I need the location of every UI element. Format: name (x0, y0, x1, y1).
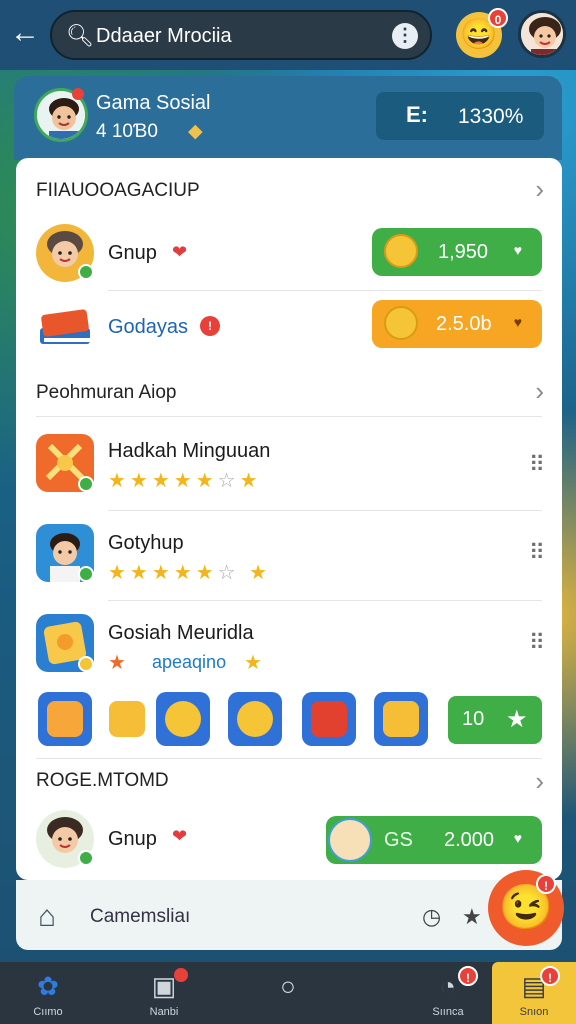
nav-item-stats[interactable]: ◔ Sıınca (400, 962, 496, 1024)
ranking-value: 2.000 (444, 829, 495, 851)
nav-item-center[interactable]: ○ (240, 962, 336, 1024)
coin-value-pill[interactable]: 1,950 ♥ (372, 228, 542, 276)
drag-handle-icon[interactable]: ⠿ (529, 452, 545, 478)
coin-value-pill[interactable]: 2.5.0b ♥ (372, 300, 542, 348)
heart-small-icon: ♥ (513, 242, 522, 258)
coin-value: 1,950 (438, 241, 489, 263)
online-dot (72, 88, 84, 100)
verified-check-icon (78, 476, 94, 492)
player-face-icon (328, 818, 372, 862)
divider (36, 416, 542, 417)
search-icon: 🔍︎ (66, 23, 94, 48)
rating-star: ★ (108, 652, 130, 674)
bottom-nav: ✿ Cıımo ▣ Nanbi ○ ◔ Sıınca ! ▤ Snıon ! (0, 962, 576, 1024)
clock-icon[interactable]: ◷ (422, 904, 441, 930)
book-icon (36, 298, 94, 356)
chevron-right-icon[interactable]: › (535, 766, 544, 797)
section-title-recommended: Peohmuran Aiop (36, 382, 177, 403)
coin-small-icon (78, 656, 94, 672)
avatar-face-icon (521, 13, 563, 55)
row-label: Gnup (108, 242, 157, 264)
gold-bars-icon[interactable] (100, 692, 154, 746)
rating-stars: ★★★★★☆ ★ (108, 562, 272, 584)
chevron-right-icon[interactable]: › (535, 376, 544, 407)
reward-tile[interactable] (38, 692, 92, 746)
top-bar: ← 🔍︎ Ddaaer Mrociia ⋮ 😄 0 (0, 0, 576, 70)
card-tile[interactable] (302, 692, 356, 746)
nav-item-store[interactable]: ▤ Snıon (492, 962, 576, 1024)
bottom-search-bar[interactable]: ⌂ Camemsliaı ◷ ★ (16, 880, 562, 950)
alert-badge: ! (200, 316, 220, 336)
profile-title: Gama Sosial (96, 92, 211, 114)
circle-icon: ○ (280, 971, 296, 1001)
row-label: Hadkah Minguuan (108, 440, 271, 462)
profile-subtitle: 4 10Ɓ0 ◆ (96, 120, 203, 143)
row-label: Gosiah Meuridla (108, 622, 254, 644)
divider (108, 290, 542, 291)
heart-small-icon: ♥ (513, 830, 522, 846)
star-icon[interactable]: ★ (462, 904, 482, 930)
section-title-groups: FIIAUOOAGACIUP (36, 180, 200, 201)
profile-subtitle-text: 4 10Ɓ0 (96, 121, 158, 142)
drag-handle-icon[interactable]: ⠿ (529, 540, 545, 566)
main-panel: FIIAUOOAGACIUP › Gnup ❤ 1,950 ♥ Godayas … (16, 158, 562, 880)
score-box[interactable]: E: 1330% (376, 92, 544, 140)
nav-badge: ! (458, 966, 478, 986)
coin-icon: ◆ (187, 121, 203, 142)
star-icon: ★ (506, 706, 528, 733)
divider (36, 758, 542, 759)
home-icon[interactable]: ⌂ (38, 900, 56, 934)
search-field[interactable]: 🔍︎ Ddaaer Mrociia ⋮ (50, 10, 432, 60)
heart-small-icon: ♥ (513, 314, 522, 330)
coin-value: 2.5.0b (436, 313, 492, 335)
nav-label: Sıınca (432, 1006, 464, 1018)
rating-stars: ★★★★★☆★ (108, 470, 262, 492)
divider (108, 510, 542, 511)
drag-handle-icon[interactable]: ⠿ (529, 630, 545, 656)
nav-label: Cıımo (33, 1006, 63, 1018)
row-label: Godayas (108, 316, 189, 338)
nav-label: Nanbi (149, 1006, 179, 1018)
verified-check-icon (78, 566, 94, 582)
tiles-count-button[interactable]: 10 ★ (448, 696, 542, 744)
nav-label: Snıon (519, 1006, 549, 1018)
profile-avatar[interactable] (518, 10, 566, 58)
nav-badge: ! (540, 966, 560, 986)
flower-icon: ✿ (37, 971, 59, 1001)
notification-badge: 0 (488, 8, 508, 28)
nav-item-cards[interactable]: ▣ Nanbi (116, 962, 212, 1024)
verified-check-icon (78, 264, 94, 280)
section-title-ranking: ROGE.MTOMD (36, 770, 169, 791)
score-icon: E: (406, 102, 428, 127)
nav-badge (174, 968, 188, 982)
verified-check-icon (78, 850, 94, 866)
coin-tile[interactable] (228, 692, 282, 746)
heart-icon[interactable]: ❤ (172, 242, 187, 263)
pie-icon: ◔ (440, 971, 456, 1001)
score-value: 1330% (458, 105, 524, 128)
ranking-value-pill[interactable]: GS 2.000 ♥ (326, 816, 542, 864)
nav-item-home[interactable]: ✿ Cıımo (0, 962, 96, 1024)
chevron-right-icon[interactable]: › (535, 174, 544, 205)
profile-header-card: Gama Sosial 4 10Ɓ0 ◆ E: 1330% (14, 76, 562, 160)
row-label: Gotyhup (108, 532, 184, 554)
coin-icon (384, 306, 418, 340)
search-text: Ddaaer Mrociia (96, 25, 232, 47)
rating-star: ★ (244, 652, 266, 674)
back-arrow-icon[interactable]: ← (10, 18, 42, 50)
treasure-tile[interactable] (374, 692, 428, 746)
coin-icon (384, 234, 418, 268)
bottom-bar-text: Camemsliaı (90, 906, 191, 927)
row-label: Gnup (108, 828, 157, 850)
store-icon: ▤ (521, 971, 547, 1001)
coin-tile[interactable] (156, 692, 210, 746)
ranking-tag: GS (384, 829, 413, 851)
row-sub-label: apeaqino (152, 652, 227, 672)
more-options-icon[interactable]: ⋮ (392, 23, 418, 49)
divider (108, 600, 542, 601)
tiles-count: 10 (462, 708, 485, 730)
square-icon: ▣ (151, 971, 177, 1001)
fab-badge: ! (536, 874, 556, 894)
heart-icon[interactable]: ❤ (172, 826, 187, 847)
